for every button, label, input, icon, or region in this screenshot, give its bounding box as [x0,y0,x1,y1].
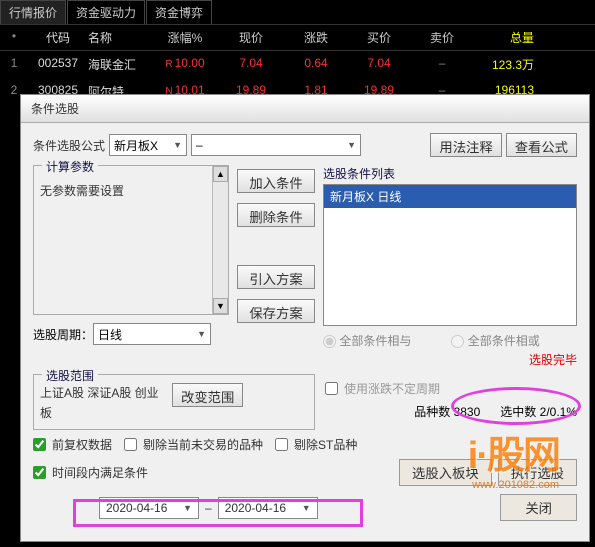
timerange-checkbox[interactable] [33,466,46,479]
status-text: 选股完毕 [323,351,577,368]
col-pct[interactable]: 涨幅% [154,29,216,46]
range-legend: 选股范围 [42,367,98,384]
formula-label: 条件选股公式 [33,137,105,154]
chevron-down-icon: ▼ [183,503,192,513]
stock-vol: 123.3万 [472,56,542,73]
range-text: 上证A股 深证A股 创业板 [40,383,166,423]
formula-param-select[interactable]: –▼ [191,134,361,156]
undef-period-checkbox[interactable] [325,382,338,395]
close-button[interactable]: 关闭 [500,494,577,521]
pre-fq-checkbox[interactable] [33,438,46,451]
timerange-label: 时间段内满足条件 [52,464,148,481]
chevron-down-icon: ▼ [302,503,311,513]
row-idx: 1 [0,56,28,73]
stock-price: 7.04 [216,56,286,73]
condition-item[interactable]: 新月板X 日线 [324,185,576,208]
exclude-st-label: 剔除ST品种 [294,436,357,453]
stock-bid: 7.04 [346,56,412,73]
chevron-down-icon: ▼ [347,140,356,150]
scroll-down-icon[interactable]: ▼ [213,298,228,314]
tab-quotes[interactable]: 行情报价 [0,0,66,24]
usage-note-button[interactable]: 用法注释 [430,133,501,157]
exclude-st-checkbox[interactable] [275,438,288,451]
stock-ask: – [412,56,472,73]
table-row[interactable]: 1 002537 海联金汇 R10.00 7.04 0.64 7.04 – 12… [0,51,595,78]
to-block-button[interactable]: 选股入板块 [399,459,492,486]
tab-fund-game[interactable]: 资金博弈 [146,0,212,24]
stock-code: 002537 [28,56,88,73]
radio-and[interactable]: 全部条件相与 [323,332,411,349]
radio-or[interactable]: 全部条件相或 [451,332,539,349]
scroll-up-icon[interactable]: ▲ [213,166,228,182]
execute-button[interactable]: 执行选股 [498,459,577,486]
undef-period-label: 使用涨跌不定周期 [344,380,440,397]
condition-list-label: 选股条件列表 [323,165,577,182]
condition-list[interactable]: 新月板X 日线 [323,184,577,326]
stock-pct: R10.00 [154,56,216,73]
col-idx: • [0,29,28,46]
period-select[interactable]: 日线▼ [93,323,211,345]
change-range-button[interactable]: 改变范围 [172,383,243,407]
date-separator: – [205,501,212,515]
condition-select-dialog: 条件选股 条件选股公式 新月板X▼ –▼ 用法注释 查看公式 计算参数 无参数需… [20,94,590,542]
formula-select[interactable]: 新月板X▼ [109,134,187,156]
tab-fund-drive[interactable]: 资金驱动力 [67,0,145,24]
selected-count: 选中数 2/0.1% [500,403,577,420]
col-price[interactable]: 现价 [216,29,286,46]
col-ask[interactable]: 卖价 [412,29,472,46]
add-condition-button[interactable]: 加入条件 [237,169,315,193]
chevron-down-icon: ▼ [173,140,182,150]
kinds-count: 品种数 3830 [414,403,480,420]
pre-fq-label: 前复权数据 [52,436,112,453]
col-chg[interactable]: 涨跌 [286,29,346,46]
col-bid[interactable]: 买价 [346,29,412,46]
exclude-nontrade-checkbox[interactable] [124,438,137,451]
chevron-down-icon: ▼ [197,329,206,339]
exclude-nontrade-label: 剔除当前未交易的品种 [143,436,263,453]
params-empty-text: 无参数需要设置 [40,182,222,199]
import-plan-button[interactable]: 引入方案 [237,265,315,289]
params-legend: 计算参数 [42,158,98,175]
params-fieldset: 计算参数 无参数需要设置 ▲ ▼ [33,165,229,315]
range-fieldset: 选股范围 上证A股 深证A股 创业板 改变范围 [33,374,315,430]
dialog-title: 条件选股 [21,95,589,123]
col-code[interactable]: 代码 [28,29,88,46]
scrollbar[interactable]: ▲ ▼ [212,166,228,314]
stock-table: • 代码 名称 涨幅% 现价 涨跌 买价 卖价 总量 1 002537 海联金汇… [0,25,595,105]
period-label: 选股周期： [33,326,93,343]
date-to-input[interactable]: 2020-04-16▼ [218,497,318,519]
col-vol[interactable]: 总量 [472,29,542,46]
save-plan-button[interactable]: 保存方案 [237,299,315,323]
stock-chg: 0.64 [286,56,346,73]
date-from-input[interactable]: 2020-04-16▼ [99,497,199,519]
delete-condition-button[interactable]: 删除条件 [237,203,315,227]
stock-name: 海联金汇 [88,56,154,73]
col-name[interactable]: 名称 [88,29,154,46]
view-formula-button[interactable]: 查看公式 [506,133,577,157]
